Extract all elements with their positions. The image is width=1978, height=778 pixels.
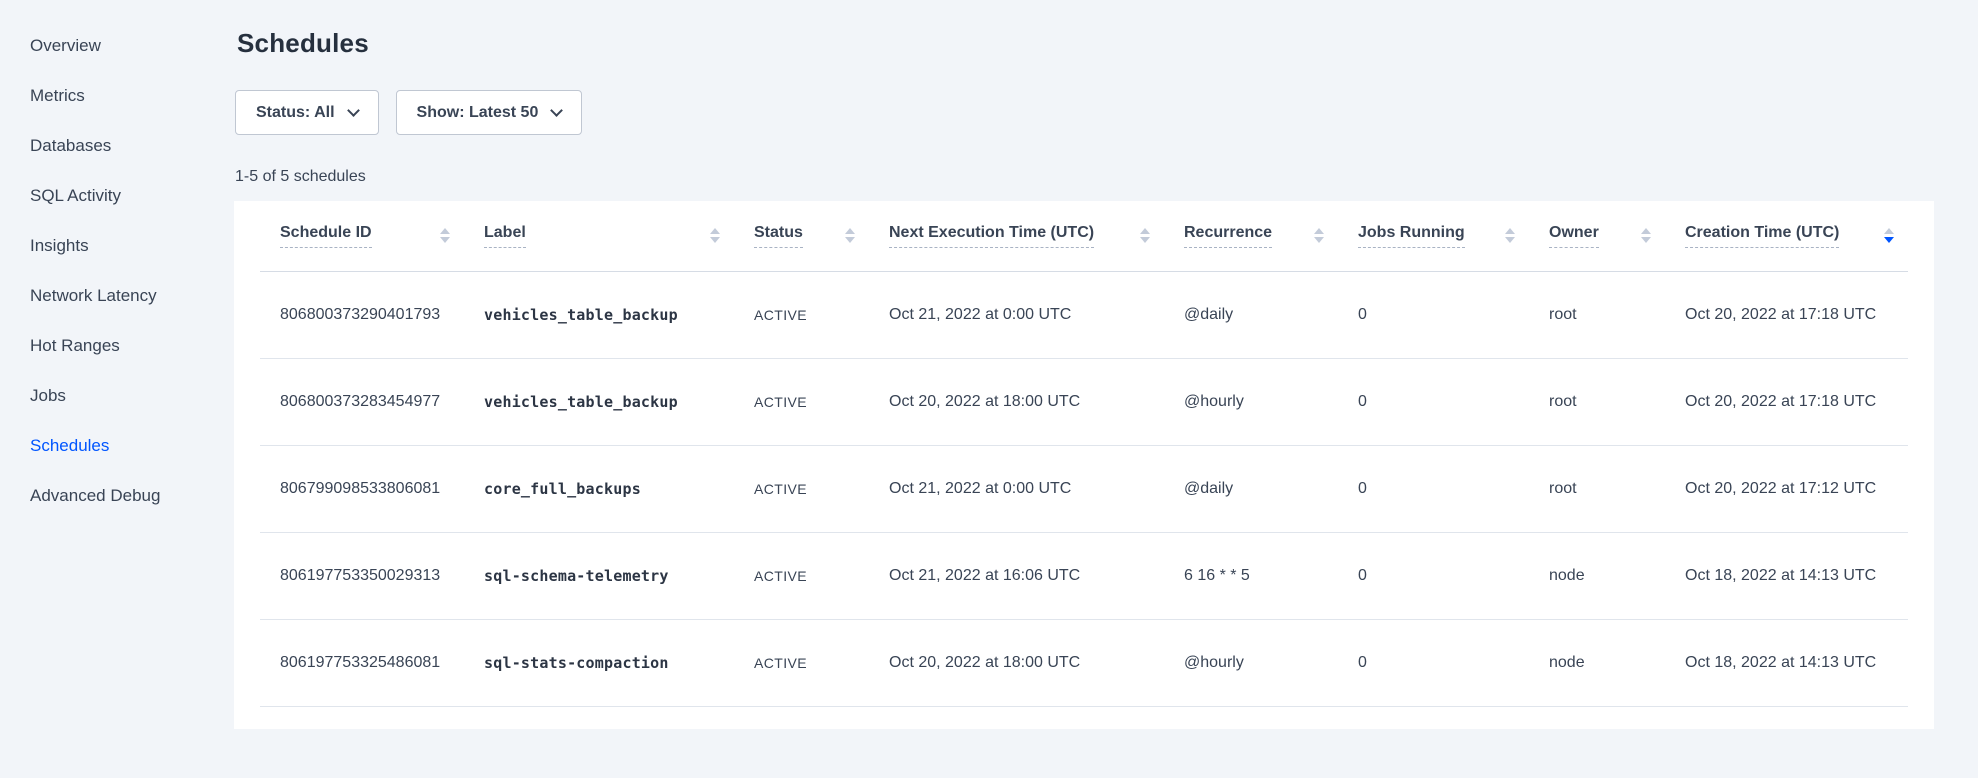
- show-filter-label: Show: Latest 50: [417, 104, 539, 122]
- cell-owner: node: [1529, 619, 1665, 706]
- column-header-label: Recurrence: [1184, 224, 1272, 248]
- sort-arrows-icon: [845, 228, 855, 243]
- cell-owner: root: [1529, 271, 1665, 358]
- cell-next-execution: Oct 21, 2022 at 0:00 UTC: [869, 445, 1164, 532]
- cell-recurrence: @hourly: [1164, 619, 1338, 706]
- cell-schedule-id: 806799098533806081: [260, 445, 464, 532]
- cell-creation-time: Oct 20, 2022 at 17:12 UTC: [1665, 445, 1908, 532]
- cell-recurrence: @daily: [1164, 445, 1338, 532]
- sort-arrows-icon: [1505, 228, 1515, 243]
- cell-owner: node: [1529, 532, 1665, 619]
- page-title: Schedules: [237, 28, 1934, 59]
- column-header-label: Label: [484, 224, 526, 248]
- filter-bar: Status: All Show: Latest 50: [235, 90, 1934, 135]
- main-content: Schedules Status: All Show: Latest 50 1-…: [234, 0, 1934, 729]
- chevron-down-icon: [550, 104, 563, 117]
- sort-arrows-icon: [1641, 228, 1651, 243]
- cell-status: ACTIVE: [734, 358, 869, 445]
- cell-status: ACTIVE: [734, 271, 869, 358]
- cell-creation-time: Oct 20, 2022 at 17:18 UTC: [1665, 358, 1908, 445]
- sidebar-item-insights[interactable]: Insights: [30, 236, 210, 256]
- schedules-table-card: Schedule ID Label Status: [234, 201, 1934, 729]
- cell-recurrence: 6 16 * * 5: [1164, 532, 1338, 619]
- chevron-down-icon: [347, 104, 360, 117]
- sort-arrows-icon: [710, 228, 720, 243]
- cell-jobs-running: 0: [1338, 271, 1529, 358]
- sort-arrows-icon: [440, 228, 450, 243]
- column-header-jobs-running[interactable]: Jobs Running: [1338, 201, 1529, 271]
- column-header-owner[interactable]: Owner: [1529, 201, 1665, 271]
- column-header-recurrence[interactable]: Recurrence: [1164, 201, 1338, 271]
- cell-status: ACTIVE: [734, 445, 869, 532]
- sidebar: Overview Metrics Databases SQL Activity …: [0, 0, 210, 778]
- column-header-label: Jobs Running: [1358, 224, 1465, 248]
- sidebar-item-metrics[interactable]: Metrics: [30, 86, 210, 106]
- cell-schedule-id: 806197753325486081: [260, 619, 464, 706]
- cell-jobs-running: 0: [1338, 532, 1529, 619]
- table-row: 806800373290401793 vehicles_table_backup…: [260, 271, 1908, 358]
- column-header-label: Creation Time (UTC): [1685, 224, 1839, 248]
- cell-next-execution: Oct 21, 2022 at 16:06 UTC: [869, 532, 1164, 619]
- cell-schedule-id: 806800373283454977: [260, 358, 464, 445]
- cell-status: ACTIVE: [734, 532, 869, 619]
- sidebar-item-overview[interactable]: Overview: [30, 36, 210, 56]
- cell-jobs-running: 0: [1338, 358, 1529, 445]
- cell-creation-time: Oct 20, 2022 at 17:18 UTC: [1665, 271, 1908, 358]
- column-header-next-execution-time[interactable]: Next Execution Time (UTC): [869, 201, 1164, 271]
- table-row: 806799098533806081 core_full_backups ACT…: [260, 445, 1908, 532]
- cell-next-execution: Oct 20, 2022 at 18:00 UTC: [869, 358, 1164, 445]
- sidebar-item-sql-activity[interactable]: SQL Activity: [30, 186, 210, 206]
- sidebar-item-hot-ranges[interactable]: Hot Ranges: [30, 336, 210, 356]
- cell-jobs-running: 0: [1338, 619, 1529, 706]
- cell-owner: root: [1529, 445, 1665, 532]
- column-header-label: Owner: [1549, 224, 1599, 248]
- column-header-status[interactable]: Status: [734, 201, 869, 271]
- cell-label: sql-schema-telemetry: [464, 532, 734, 619]
- sidebar-item-advanced-debug[interactable]: Advanced Debug: [30, 486, 210, 506]
- cell-schedule-id: 806800373290401793: [260, 271, 464, 358]
- table-row: 806197753350029313 sql-schema-telemetry …: [260, 532, 1908, 619]
- table-row: 806800373283454977 vehicles_table_backup…: [260, 358, 1908, 445]
- sidebar-item-schedules[interactable]: Schedules: [30, 436, 210, 456]
- cell-jobs-running: 0: [1338, 445, 1529, 532]
- column-header-label: Schedule ID: [280, 224, 372, 248]
- cell-next-execution: Oct 20, 2022 at 18:00 UTC: [869, 619, 1164, 706]
- cell-label: vehicles_table_backup: [464, 271, 734, 358]
- cell-label: core_full_backups: [464, 445, 734, 532]
- cell-label: vehicles_table_backup: [464, 358, 734, 445]
- sort-arrows-icon: [1140, 228, 1150, 243]
- sidebar-item-databases[interactable]: Databases: [30, 136, 210, 156]
- sort-arrows-icon: [1314, 228, 1324, 243]
- sort-arrows-desc-icon: [1884, 228, 1894, 243]
- status-filter-dropdown[interactable]: Status: All: [235, 90, 379, 135]
- sidebar-item-network-latency[interactable]: Network Latency: [30, 286, 210, 306]
- cell-schedule-id: 806197753350029313: [260, 532, 464, 619]
- column-header-label: Next Execution Time (UTC): [889, 224, 1094, 248]
- cell-recurrence: @daily: [1164, 271, 1338, 358]
- cell-creation-time: Oct 18, 2022 at 14:13 UTC: [1665, 619, 1908, 706]
- column-header-creation-time[interactable]: Creation Time (UTC): [1665, 201, 1908, 271]
- cell-creation-time: Oct 18, 2022 at 14:13 UTC: [1665, 532, 1908, 619]
- column-header-label[interactable]: Label: [464, 201, 734, 271]
- results-count: 1-5 of 5 schedules: [235, 168, 1934, 186]
- cell-recurrence: @hourly: [1164, 358, 1338, 445]
- schedules-table: Schedule ID Label Status: [260, 201, 1908, 707]
- cell-owner: root: [1529, 358, 1665, 445]
- status-filter-label: Status: All: [256, 104, 335, 122]
- table-row: 806197753325486081 sql-stats-compaction …: [260, 619, 1908, 706]
- table-header-row: Schedule ID Label Status: [260, 201, 1908, 271]
- cell-label: sql-stats-compaction: [464, 619, 734, 706]
- show-filter-dropdown[interactable]: Show: Latest 50: [396, 90, 583, 135]
- cell-next-execution: Oct 21, 2022 at 0:00 UTC: [869, 271, 1164, 358]
- column-header-label: Status: [754, 224, 803, 248]
- cell-status: ACTIVE: [734, 619, 869, 706]
- sidebar-item-jobs[interactable]: Jobs: [30, 386, 210, 406]
- column-header-schedule-id[interactable]: Schedule ID: [260, 201, 464, 271]
